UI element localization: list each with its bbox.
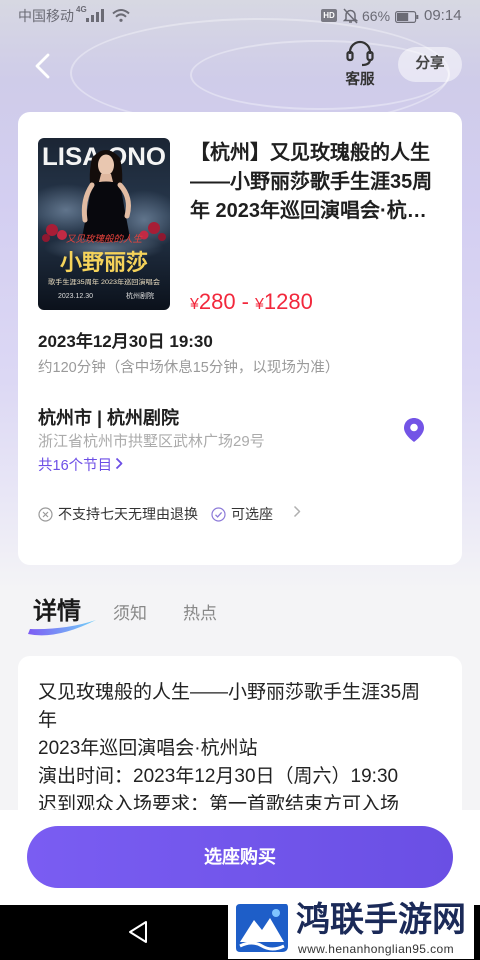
poster-artist-cn: 小野丽莎 (60, 250, 148, 275)
select-seat-buy-button[interactable]: 选座购买 (27, 826, 453, 888)
price-currency: ¥ (254, 296, 264, 313)
price-min: 280 (198, 289, 236, 314)
price-range: ¥280- ¥1280 (190, 288, 313, 319)
back-triangle-icon[interactable] (127, 920, 149, 949)
mute-icon (342, 8, 359, 29)
price-max: 1280 (263, 289, 313, 314)
price-currency: ¥ (190, 296, 199, 313)
event-info-card: LISA ONO 又见玫瑰般的人生 小野丽莎 歌手生涯35周年 2023年巡回演… (18, 112, 462, 565)
tag-label: 可选座 (231, 506, 273, 522)
headset-icon (345, 40, 375, 73)
event-title: 【杭州】又见玫瑰般的人生——小野丽莎歌手生涯35周年 2023年巡回演唱会·杭… (190, 142, 433, 222)
clock: 09:14 (424, 7, 462, 24)
watermark-url: www.henanhonglian95.com (298, 942, 454, 956)
event-address[interactable]: 浙江省杭州市拱墅区武林广场29号 (38, 432, 265, 452)
service-tags[interactable]: 不支持七天无理由退换 可选座 (38, 504, 301, 524)
tab-details[interactable]: 详情 (33, 597, 81, 627)
poster-date: 2023.12.30 (58, 293, 93, 300)
battery-icon (395, 10, 419, 28)
tag-seat-selection: 可选座 (211, 504, 273, 524)
event-venue[interactable]: 杭州市 | 杭州剧院 (38, 406, 179, 430)
details-line: 演出时间：2023年12月30日（周六）19:30 (38, 766, 399, 787)
tag-no-return: 不支持七天无理由退换 (38, 504, 198, 524)
back-button[interactable] (34, 52, 52, 85)
hd-badge: HD (321, 9, 337, 22)
location-pin-icon[interactable] (403, 417, 425, 443)
event-duration: 约120分钟（含中场休息15分钟，以现场为准） (38, 360, 340, 376)
program-list-label: 共16个节目 (38, 458, 113, 474)
watermark-logo-icon (232, 902, 290, 959)
chevron-left-icon (34, 53, 52, 84)
details-text: 又见玫瑰般的人生——小野丽莎歌手生涯35周年 2023年巡回演唱会·杭州站 演出… (38, 679, 438, 819)
details-line: 2023年巡回演唱会·杭州站 (38, 738, 258, 759)
battery-percent: 66% (362, 8, 391, 24)
event-datetime: 2023年12月30日 19:30 (38, 332, 213, 351)
chevron-right-icon (293, 505, 301, 523)
signal-icon (86, 9, 106, 27)
bottom-action-bar: 选座购买 (0, 810, 480, 905)
poster-tagline: 歌手生涯35周年 2023年巡回演唱会 (48, 277, 161, 286)
details-line: 又见玫瑰般的人生——小野丽莎歌手生涯35周年 (38, 682, 421, 731)
watermark-name: 鸿联手游网 (296, 901, 466, 939)
site-watermark: 鸿联手游网 www.henanhonglian95.com (228, 897, 474, 959)
chevron-right-icon (115, 456, 123, 476)
share-button[interactable]: 分享 (398, 47, 462, 82)
poster-venue: 杭州剧院 (126, 291, 154, 300)
event-poster[interactable]: LISA ONO 又见玫瑰般的人生 小野丽莎 歌手生涯35周年 2023年巡回演… (38, 138, 170, 310)
poster-subtitle: 又见玫瑰般的人生 (66, 233, 144, 245)
price-separator: - (241, 289, 249, 314)
tab-notice[interactable]: 须知 (113, 603, 147, 625)
tag-label: 不支持七天无理由退换 (58, 506, 198, 522)
circle-check-icon (211, 506, 226, 522)
wifi-icon (112, 8, 130, 28)
tab-hot[interactable]: 热点 (183, 603, 217, 625)
program-list-link[interactable]: 共16个节目 (38, 456, 123, 476)
carrier-label: 中国移动 (18, 8, 74, 24)
circle-x-icon (38, 506, 53, 522)
customer-service-label: 客服 (345, 72, 375, 88)
